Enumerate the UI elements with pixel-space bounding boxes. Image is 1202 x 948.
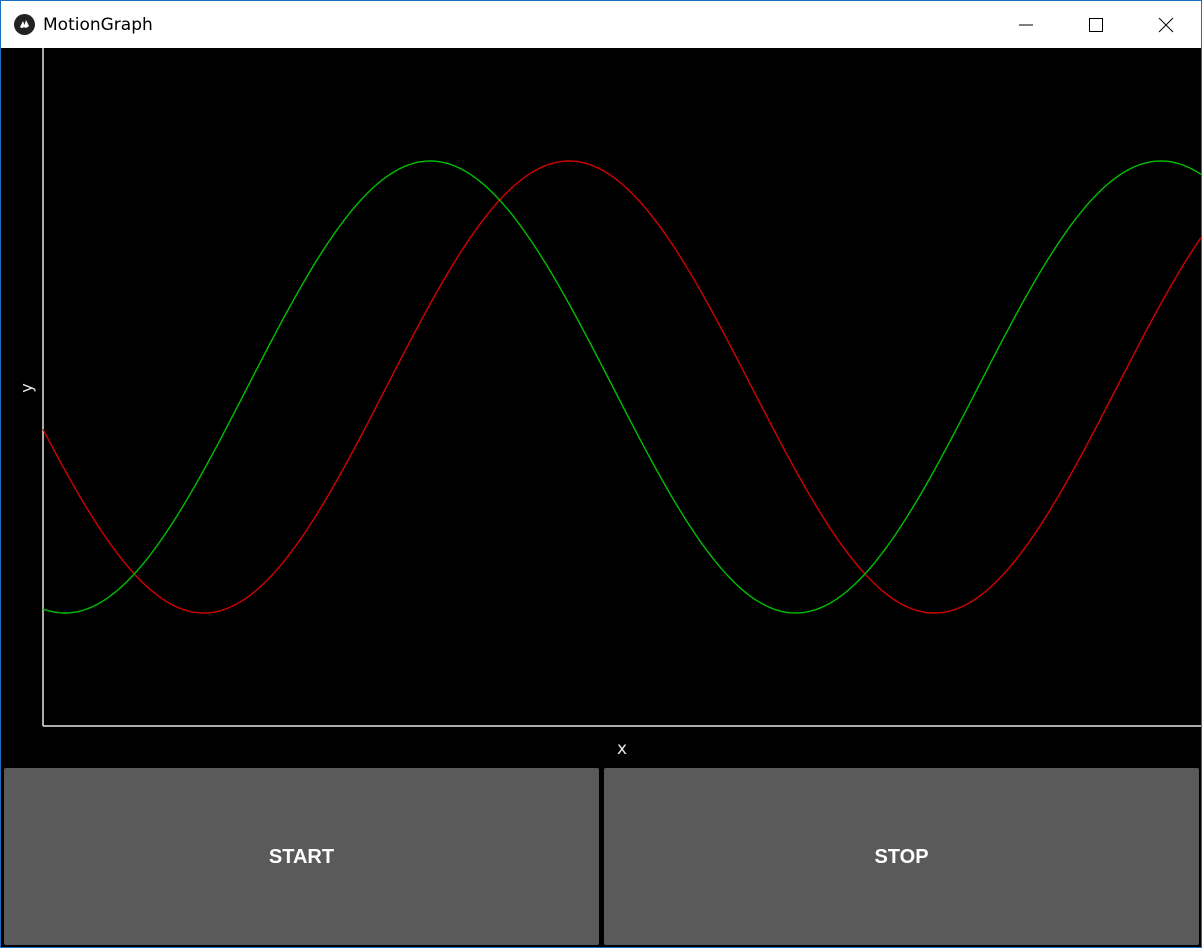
motion-graph: y x — [2, 48, 1201, 765]
start-button-label: START — [268, 846, 335, 868]
close-button[interactable] — [1143, 1, 1189, 48]
y-axis-label: y — [17, 383, 36, 393]
stop-button[interactable]: STOP — [604, 768, 1199, 945]
close-icon — [1158, 17, 1174, 33]
minimize-icon — [1019, 24, 1033, 26]
maximize-icon — [1089, 18, 1103, 32]
title-bar[interactable]: MotionGraph — [1, 1, 1201, 48]
series-line-1 — [42, 160, 1201, 614]
maximize-button[interactable] — [1073, 1, 1119, 48]
start-button[interactable]: START — [4, 768, 599, 945]
stop-button-label: STOP — [874, 846, 929, 868]
plot-canvas — [42, 48, 1201, 727]
kivy-logo-icon — [14, 14, 35, 35]
app-window: MotionGraph y x START STOP — [0, 0, 1202, 948]
series-group — [42, 160, 1201, 614]
x-axis-label: x — [616, 739, 628, 759]
minimize-button[interactable] — [1003, 1, 1049, 48]
window-title: MotionGraph — [43, 15, 153, 35]
